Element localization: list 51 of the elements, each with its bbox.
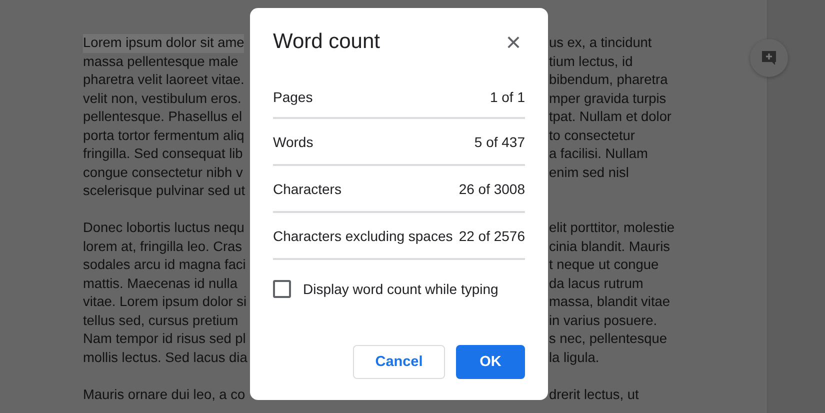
checkbox-label: Display word count while typing	[303, 281, 498, 297]
document-text: velit non, vestibulum eros.	[83, 90, 242, 108]
document-text: sodales arcu id magna faci	[83, 256, 246, 274]
stat-label: Pages	[273, 89, 313, 105]
stat-value: 26 of 3008	[458, 180, 525, 196]
document-text: massa, blandit vitae	[549, 293, 670, 311]
stat-label: Characters	[273, 180, 342, 196]
document-text: enim sed nisl	[549, 164, 629, 182]
ok-button[interactable]: OK	[456, 345, 525, 379]
add-comment-button[interactable]	[750, 39, 788, 77]
document-text: drerit lectus, ut	[549, 386, 639, 404]
document-text: porta tortor fermentum aliq	[83, 126, 244, 145]
stat-value: 22 of 2576	[458, 228, 525, 244]
document-text: Lorem ipsum dolor sit ame	[83, 34, 244, 52]
document-text: mper gravida turpis	[549, 90, 666, 108]
document-text: massa pellentesque male	[83, 52, 238, 71]
close-button[interactable]: ×	[502, 30, 525, 54]
stat-value: 5 of 437	[474, 134, 525, 150]
document-text: t neque ut congue	[549, 256, 659, 274]
document-text: s nec, pellentesque	[549, 330, 667, 348]
document-text: mollis lectus. Sed lacus dia	[83, 348, 248, 366]
checkbox[interactable]	[273, 280, 291, 298]
document-text: bibendum, pharetra	[549, 71, 668, 89]
document-text: pellentesque. Phasellus el	[83, 108, 242, 126]
document-text: to consectetur	[549, 126, 635, 144]
document-text: a facilisi. Nullam	[549, 145, 648, 163]
document-text: da lacus rutrum	[549, 274, 644, 292]
document-text: scelerisque pulvinar sed ut	[83, 182, 246, 200]
document-text: congue consectetur nibh v	[83, 164, 243, 182]
document-text: la ligula.	[549, 348, 600, 367]
stat-label: Characters excluding spaces	[273, 228, 453, 244]
document-text: Mauris ornare dui leo, a co	[83, 386, 246, 404]
document-text: fringilla. Sed consequat lib	[83, 145, 243, 163]
document-text: vitae. Lorem ipsum dolor si	[83, 293, 247, 311]
document-text: mattis. Maecenas id nulla	[83, 274, 238, 292]
document-text: elit porttitor, molestie	[549, 219, 675, 237]
stat-value: 1 of 1	[490, 89, 525, 105]
document-text: pharetra velit laoreet vitae.	[83, 71, 244, 89]
document-text: lorem at, fringilla leo. Cras	[83, 238, 242, 256]
dialog-title: Word count	[273, 30, 380, 54]
document-text: Nam tempor id risus sed pl	[83, 330, 246, 348]
document-text: tellus sed, cursus pretium	[83, 312, 238, 330]
document-text: in varius posuere.	[549, 312, 658, 330]
document-text: us ex, a tincidunt	[549, 34, 652, 52]
stat-label: Words	[273, 134, 314, 150]
document-text: Donec lobortis luctus nequ	[83, 219, 244, 237]
cancel-button[interactable]: Cancel	[353, 345, 445, 379]
document-text: tpat. Nullam et dolor	[549, 108, 672, 126]
document-text: tium lectus, id	[549, 52, 633, 70]
document-text: cinia blandit. Mauris	[549, 238, 670, 256]
add-comment-icon	[761, 50, 777, 66]
